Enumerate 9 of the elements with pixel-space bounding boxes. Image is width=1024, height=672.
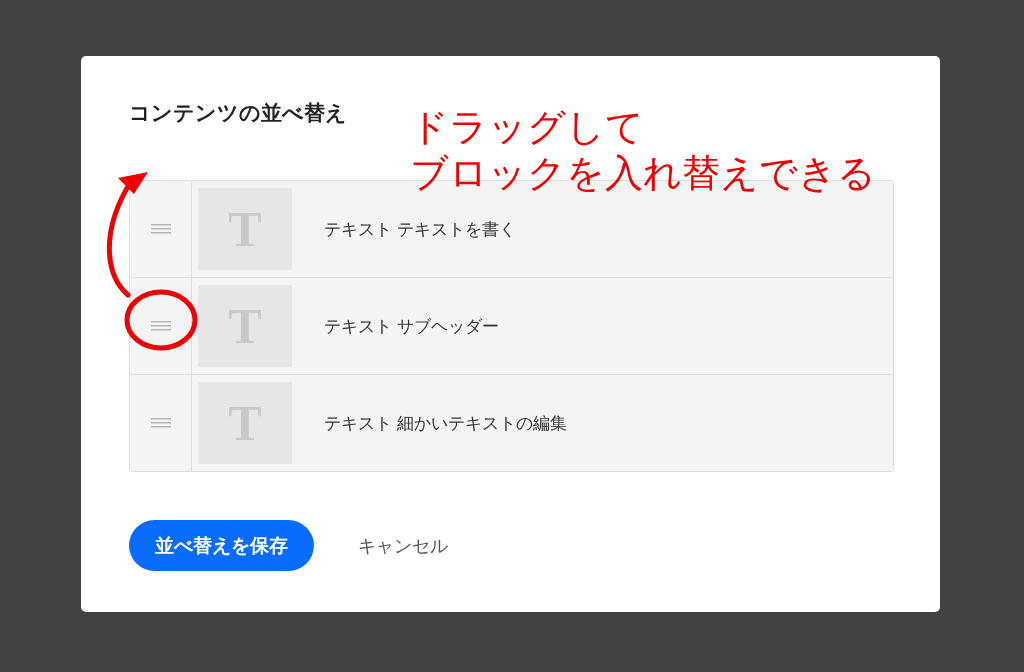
save-order-button[interactable]: 並べ替えを保存 [129, 520, 314, 571]
dialog-title: コンテンツの並べ替え [129, 100, 347, 127]
drag-handle-icon[interactable] [150, 321, 171, 331]
block-label: テキスト サブヘッダー [324, 314, 500, 338]
drag-handle-icon[interactable] [150, 224, 171, 234]
block-label: テキスト テキストを書く [324, 217, 517, 241]
block-label: テキスト 細かいテキストの編集 [324, 411, 568, 435]
drag-handle-icon[interactable] [150, 418, 171, 428]
cancel-button[interactable]: キャンセル [354, 529, 452, 562]
